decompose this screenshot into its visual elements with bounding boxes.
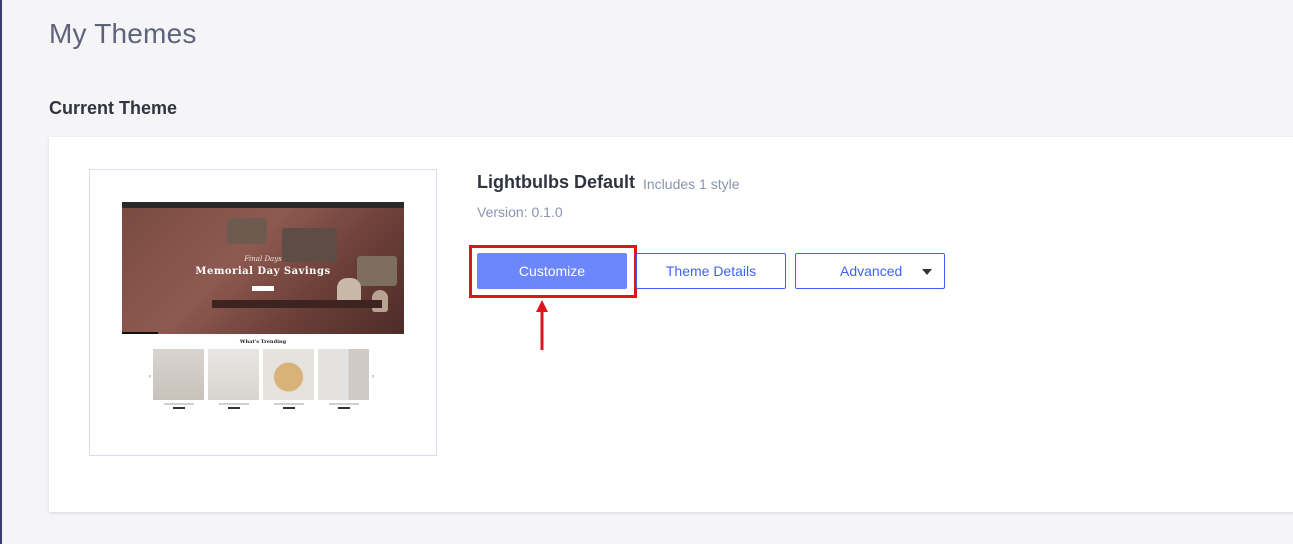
preview-trending-title: What's Trending	[239, 339, 287, 345]
preview-products	[153, 349, 373, 409]
preview-hero-subtitle: Final Days	[244, 255, 282, 263]
preview-chevron-right-icon: ›	[372, 374, 374, 380]
theme-name: Lightbulbs Default	[477, 172, 635, 192]
theme-thumbnail-frame[interactable]: Final Days Memorial Day Savings What's T…	[89, 169, 437, 456]
theme-styles-note: Includes 1 style	[643, 176, 740, 192]
page-title: My Themes	[49, 18, 197, 49]
preview-hero: Final Days Memorial Day Savings	[122, 208, 404, 334]
theme-preview-image: Final Days Memorial Day Savings What's T…	[122, 202, 404, 417]
annotation-arrow-icon	[536, 300, 548, 350]
preview-product	[208, 349, 259, 409]
advanced-label: Advanced	[840, 263, 903, 279]
section-title: Current Theme	[49, 98, 178, 118]
customize-button[interactable]: Customize	[477, 253, 627, 289]
preview-product	[318, 349, 369, 409]
current-theme-card: Final Days Memorial Day Savings What's T…	[49, 137, 1293, 512]
preview-chevron-left-icon: ‹	[149, 374, 151, 380]
preview-lamp	[227, 218, 267, 244]
preview-product	[153, 349, 204, 409]
theme-details-button[interactable]: Theme Details	[636, 253, 786, 289]
theme-version: Version: 0.1.0	[477, 204, 563, 220]
preview-slider-progress	[122, 332, 158, 334]
preview-shop-button	[252, 286, 274, 291]
advanced-dropdown-button[interactable]: Advanced	[795, 253, 945, 289]
caret-down-icon	[922, 269, 932, 275]
preview-product	[263, 349, 314, 409]
left-edge-border	[0, 0, 2, 544]
preview-shelf	[212, 300, 382, 308]
preview-hero-headline: Memorial Day Savings	[195, 266, 331, 277]
